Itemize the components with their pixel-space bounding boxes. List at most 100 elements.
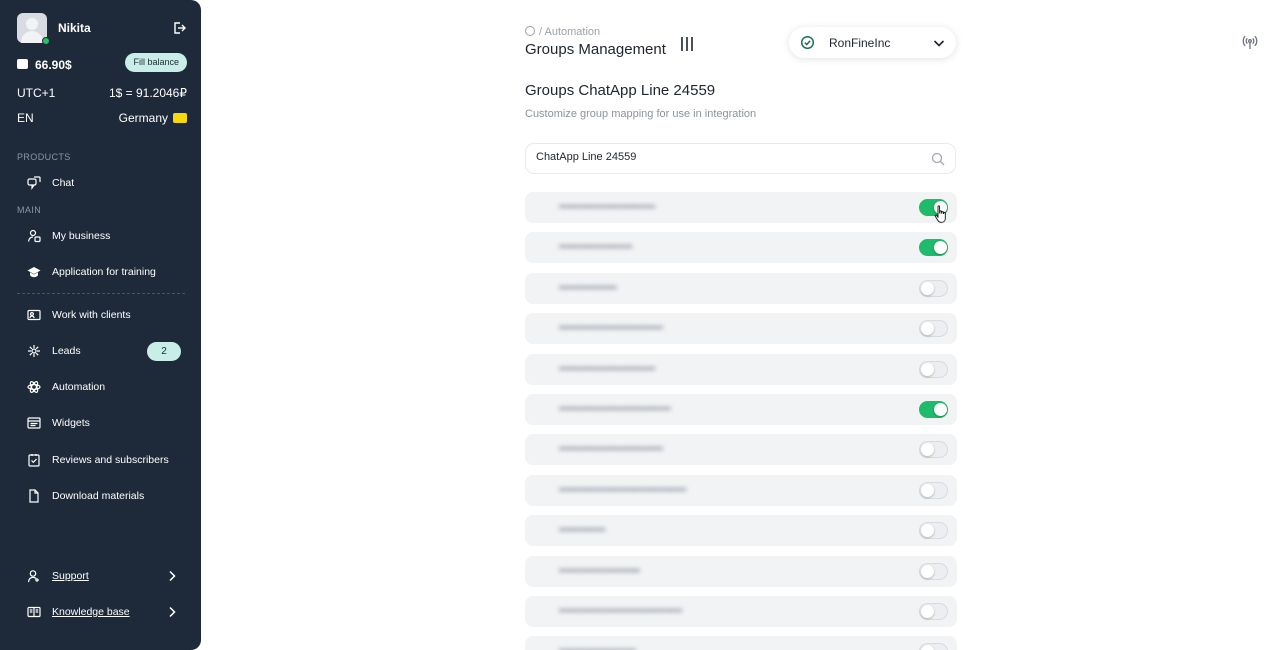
leads-count-badge: 2 (147, 342, 181, 361)
group-name: ••••••••••••••••••••••••••••••••• (559, 483, 687, 496)
group-name: ••••••••••••••••••••• (559, 564, 640, 577)
sidebar-item-leads[interactable]: Leads 2 (17, 338, 187, 364)
group-name: ••••••••••••••••••••••••••• (559, 443, 663, 456)
logout-icon[interactable] (171, 20, 187, 36)
group-toggle[interactable] (919, 360, 948, 378)
wallet-icon (17, 59, 28, 69)
toggle-knob (921, 362, 934, 376)
breadcrumb[interactable]: / Automation (525, 26, 600, 38)
sidebar-item-download[interactable]: Download materials (17, 483, 187, 509)
automation-breadcrumb-icon (525, 26, 535, 36)
group-toggle[interactable] (919, 603, 948, 620)
sidebar-item-support[interactable]: Support (17, 563, 187, 589)
reviews-icon (28, 454, 40, 467)
sidebar-item-label: Download materials (52, 490, 145, 502)
id-card-icon (27, 309, 41, 321)
group-name: ••••••••••••••••••••••••••••• (559, 403, 671, 415)
fill-balance-button[interactable]: Fill balance (125, 53, 187, 72)
sidebar-item-label: Reviews and subscribers (52, 454, 169, 466)
group-toggle[interactable] (919, 239, 948, 257)
group-row: ••••••••••••••••••••••••••••• (525, 394, 957, 425)
columns-icon[interactable] (679, 36, 695, 52)
timezone-row: UTC+1 1$ = 91.2046₽ (17, 86, 187, 100)
products-section-label: PRODUCTS (17, 152, 71, 162)
sidebar-item-label: Knowledge base (52, 606, 130, 618)
sidebar-item-label: Chat (52, 177, 75, 189)
automation-icon (27, 381, 41, 393)
group-toggle[interactable] (919, 320, 948, 338)
group-toggle[interactable] (919, 441, 948, 459)
sidebar-divider (17, 293, 185, 294)
timezone[interactable]: UTC+1 (17, 86, 55, 100)
country-selector[interactable]: Germany (119, 111, 187, 125)
company-logo-icon (800, 35, 815, 50)
sidebar-item-automation[interactable]: Automation (17, 374, 187, 400)
sidebar-item-work-with-clients[interactable]: Work with clients (17, 302, 187, 328)
section-subtitle: Customize group mapping for use in integ… (525, 108, 757, 120)
sidebar-item-my-business[interactable]: My business (17, 223, 187, 249)
group-row: ••••••••••••••••••••••••••• (525, 434, 957, 466)
toggle-knob (921, 564, 934, 578)
graduation-cap-icon (27, 267, 41, 278)
group-row: ••••••••••••••••••••••••••••••••• (525, 474, 957, 506)
profile-name: Nikita (58, 21, 91, 35)
flag-icon (173, 113, 187, 123)
search-icon[interactable] (931, 152, 945, 166)
locale-row: EN Germany (17, 111, 187, 125)
widgets-icon (27, 417, 41, 429)
leads-icon (28, 345, 40, 357)
chevron-right-icon (169, 570, 176, 582)
section-title: Groups ChatApp Line 24559 (525, 82, 716, 99)
sidebar-item-reviews[interactable]: Reviews and subscribers (17, 447, 187, 473)
group-row: ••••••••••••••••••••• (525, 555, 957, 587)
group-row: ••••••••••••••• (525, 272, 957, 304)
toggle-knob (921, 483, 934, 497)
search-box (525, 143, 956, 174)
toggle-knob (921, 524, 934, 538)
group-toggle[interactable] (919, 643, 948, 650)
company-selector[interactable]: RonFineInc (789, 27, 956, 58)
pointer-cursor-icon (934, 205, 946, 223)
country-name: Germany (118, 111, 168, 125)
group-toggle[interactable] (919, 481, 948, 499)
broadcast-icon[interactable] (1242, 34, 1258, 50)
chevron-down-icon (933, 40, 945, 47)
sidebar-item-label: My business (52, 230, 111, 242)
group-toggle[interactable] (919, 562, 948, 580)
book-icon (27, 606, 41, 618)
chevron-right-icon (169, 606, 176, 618)
group-row: •••••••••••• (525, 515, 957, 547)
breadcrumb-text: / Automation (539, 26, 601, 38)
sidebar-item-training[interactable]: Application for training (17, 259, 187, 285)
sidebar-item-knowledge-base[interactable]: Knowledge base (17, 599, 187, 625)
group-name: •••••••••••••••••••• (559, 645, 636, 650)
language[interactable]: EN (17, 111, 34, 125)
toggle-knob (921, 322, 934, 336)
group-toggle[interactable] (919, 522, 948, 540)
toggle-knob (921, 443, 934, 457)
page-title: Groups Management (525, 41, 666, 58)
exchange-rate: 1$ = 91.2046₽ (108, 86, 187, 100)
group-row: ••••••••••••••••••••••••••• (525, 313, 957, 345)
group-row: ••••••••••••••••••• (525, 232, 957, 264)
profile[interactable]: Nikita (17, 13, 187, 45)
group-toggle[interactable] (919, 401, 948, 418)
company-name: RonFineInc (829, 36, 891, 50)
toggle-knob (921, 605, 934, 618)
search-input[interactable] (536, 151, 916, 163)
sidebar-item-widgets[interactable]: Widgets (17, 410, 187, 436)
group-toggle[interactable] (919, 279, 948, 297)
online-status-dot (42, 37, 50, 45)
group-name: ••••••••••••••• (559, 281, 617, 294)
group-name: ••••••••••••••••••••••••• (559, 201, 656, 213)
toggle-knob (934, 403, 947, 416)
sidebar-item-chat[interactable]: Chat (17, 170, 187, 196)
sidebar-item-label: Support (52, 570, 89, 582)
sidebar-item-label: Widgets (52, 417, 90, 429)
toggle-knob (934, 241, 947, 255)
business-icon (27, 229, 41, 243)
support-icon (27, 570, 39, 583)
sidebar-item-label: Automation (52, 381, 106, 393)
group-name: ••••••••••••••••••••••••••• (559, 322, 663, 335)
sidebar: Nikita 66.90$ Fill balance UTC+1 1$ = 91… (0, 0, 201, 650)
